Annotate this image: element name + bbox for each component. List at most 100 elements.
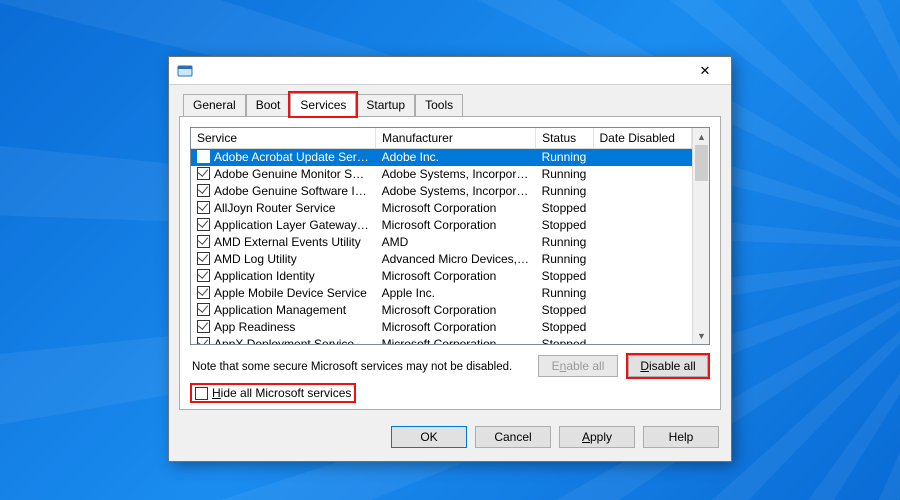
table-row[interactable]: AllJoyn Router Service Microsoft Corporat…: [191, 200, 692, 217]
date-disabled-cell: [593, 217, 691, 234]
close-button[interactable]: ✕: [687, 60, 723, 82]
manufacturer-cell: Adobe Inc.: [376, 149, 536, 166]
column-headers[interactable]: Service Manufacturer Status Date Disable…: [191, 128, 692, 149]
col-manufacturer[interactable]: Manufacturer: [376, 128, 536, 149]
table-row[interactable]: AppX Deployment Service (AppX...Microsof…: [191, 336, 692, 345]
ok-button[interactable]: OK: [391, 426, 467, 448]
table-row[interactable]: Adobe Genuine Monitor ServiceAdobe Syste…: [191, 166, 692, 183]
row-checkbox[interactable]: [197, 337, 210, 344]
row-checkbox[interactable]: [197, 184, 210, 197]
manufacturer-cell: Adobe Systems, Incorpora...: [376, 166, 536, 183]
row-checkbox[interactable]: [197, 320, 210, 333]
service-name: AppX Deployment Service (AppX...: [214, 337, 376, 344]
status-cell: Running: [536, 149, 593, 166]
disable-all-button[interactable]: Disable all: [628, 355, 708, 377]
row-checkbox[interactable]: [197, 235, 210, 248]
row-checkbox[interactable]: [197, 218, 210, 231]
date-disabled-cell: [593, 183, 691, 200]
services-panel: Service Manufacturer Status Date Disable…: [179, 116, 721, 410]
col-service[interactable]: Service: [191, 128, 376, 149]
status-cell: Stopped: [536, 336, 593, 345]
tab-startup[interactable]: Startup: [356, 94, 415, 117]
manufacturer-cell: Advanced Micro Devices, I...: [376, 251, 536, 268]
scrollbar[interactable]: ▲ ▼: [692, 128, 709, 344]
date-disabled-cell: [593, 268, 691, 285]
status-cell: Running: [536, 183, 593, 200]
service-name: Apple Mobile Device Service: [214, 286, 367, 300]
scroll-up-icon[interactable]: ▲: [693, 128, 710, 145]
hide-ms-checkbox[interactable]: [195, 387, 208, 400]
service-name: Application Layer Gateway Service: [214, 218, 376, 232]
service-name: Application Management: [214, 303, 346, 317]
manufacturer-cell: AMD: [376, 234, 536, 251]
status-cell: Stopped: [536, 302, 593, 319]
tab-boot[interactable]: Boot: [246, 94, 291, 117]
manufacturer-cell: Microsoft Corporation: [376, 268, 536, 285]
tab-tools[interactable]: Tools: [415, 94, 463, 117]
date-disabled-cell: [593, 336, 691, 345]
table-row[interactable]: Application ManagementMicrosoft Corporat…: [191, 302, 692, 319]
status-cell: Running: [536, 166, 593, 183]
row-checkbox[interactable]: [197, 303, 210, 316]
table-row[interactable]: App Readiness Microsoft CorporationStoppe…: [191, 319, 692, 336]
dialog-buttons: OK Cancel Apply Help: [169, 418, 731, 460]
table-row[interactable]: Application Layer Gateway ServiceMicroso…: [191, 217, 692, 234]
status-cell: Stopped: [536, 268, 593, 285]
service-name: Application Identity: [214, 269, 315, 283]
table-row[interactable]: Apple Mobile Device Service Apple Inc.Run…: [191, 285, 692, 302]
apply-button[interactable]: Apply: [559, 426, 635, 448]
app-icon: [177, 63, 193, 79]
row-checkbox[interactable]: [197, 150, 210, 163]
row-checkbox[interactable]: [197, 167, 210, 180]
manufacturer-cell: Apple Inc.: [376, 285, 536, 302]
services-list[interactable]: Service Manufacturer Status Date Disable…: [190, 127, 710, 345]
service-name: Adobe Acrobat Update Service: [214, 150, 376, 164]
status-cell: Stopped: [536, 319, 593, 336]
table-row[interactable]: Adobe Genuine Software Integri...Adobe S…: [191, 183, 692, 200]
col-date-disabled[interactable]: Date Disabled: [593, 128, 691, 149]
service-name: AllJoyn Router Service: [214, 201, 335, 215]
manufacturer-cell: Microsoft Corporation: [376, 200, 536, 217]
service-name: Adobe Genuine Monitor Service: [214, 167, 376, 181]
date-disabled-cell: [593, 166, 691, 183]
manufacturer-cell: Adobe Systems, Incorpora...: [376, 183, 536, 200]
table-row[interactable]: AMD Log UtilityAdvanced Micro Devices, I…: [191, 251, 692, 268]
date-disabled-cell: [593, 319, 691, 336]
tab-services[interactable]: Services: [290, 93, 356, 116]
table-row[interactable]: Application Identity Microsoft Corporatio…: [191, 268, 692, 285]
help-button[interactable]: Help: [643, 426, 719, 448]
status-cell: Running: [536, 285, 593, 302]
service-name: Adobe Genuine Software Integri...: [214, 184, 376, 198]
tab-strip: General Boot Services Startup Tools: [179, 93, 721, 116]
row-checkbox[interactable]: [197, 201, 210, 214]
enable-all-button[interactable]: Enable all: [538, 355, 618, 377]
titlebar: ✕: [169, 57, 731, 85]
table-row[interactable]: Adobe Acrobat Update ServiceAdobe Inc.Ru…: [191, 149, 692, 166]
col-status[interactable]: Status: [536, 128, 593, 149]
service-name: AMD External Events Utility: [214, 235, 361, 249]
status-cell: Running: [536, 251, 593, 268]
status-cell: Stopped: [536, 200, 593, 217]
date-disabled-cell: [593, 149, 691, 166]
tab-general[interactable]: General: [183, 94, 246, 117]
scroll-thumb[interactable]: [695, 145, 708, 181]
date-disabled-cell: [593, 251, 691, 268]
date-disabled-cell: [593, 302, 691, 319]
row-checkbox[interactable]: [197, 286, 210, 299]
scroll-down-icon[interactable]: ▼: [693, 327, 710, 344]
service-name: App Readiness: [214, 320, 295, 334]
date-disabled-cell: [593, 285, 691, 302]
row-checkbox[interactable]: [197, 269, 210, 282]
table-row[interactable]: AMD External Events Utility AMDRunning: [191, 234, 692, 251]
manufacturer-cell: Microsoft Corporation: [376, 319, 536, 336]
note-text: Note that some secure Microsoft services…: [192, 361, 534, 373]
cancel-button[interactable]: Cancel: [475, 426, 551, 448]
manufacturer-cell: Microsoft Corporation: [376, 336, 536, 345]
status-cell: Stopped: [536, 217, 593, 234]
status-cell: Running: [536, 234, 593, 251]
hide-ms-label[interactable]: Hide all Microsoft services: [212, 386, 351, 400]
row-checkbox[interactable]: [197, 252, 210, 265]
date-disabled-cell: [593, 234, 691, 251]
msconfig-dialog: ✕ General Boot Services Startup Tools Se…: [168, 56, 732, 462]
date-disabled-cell: [593, 200, 691, 217]
